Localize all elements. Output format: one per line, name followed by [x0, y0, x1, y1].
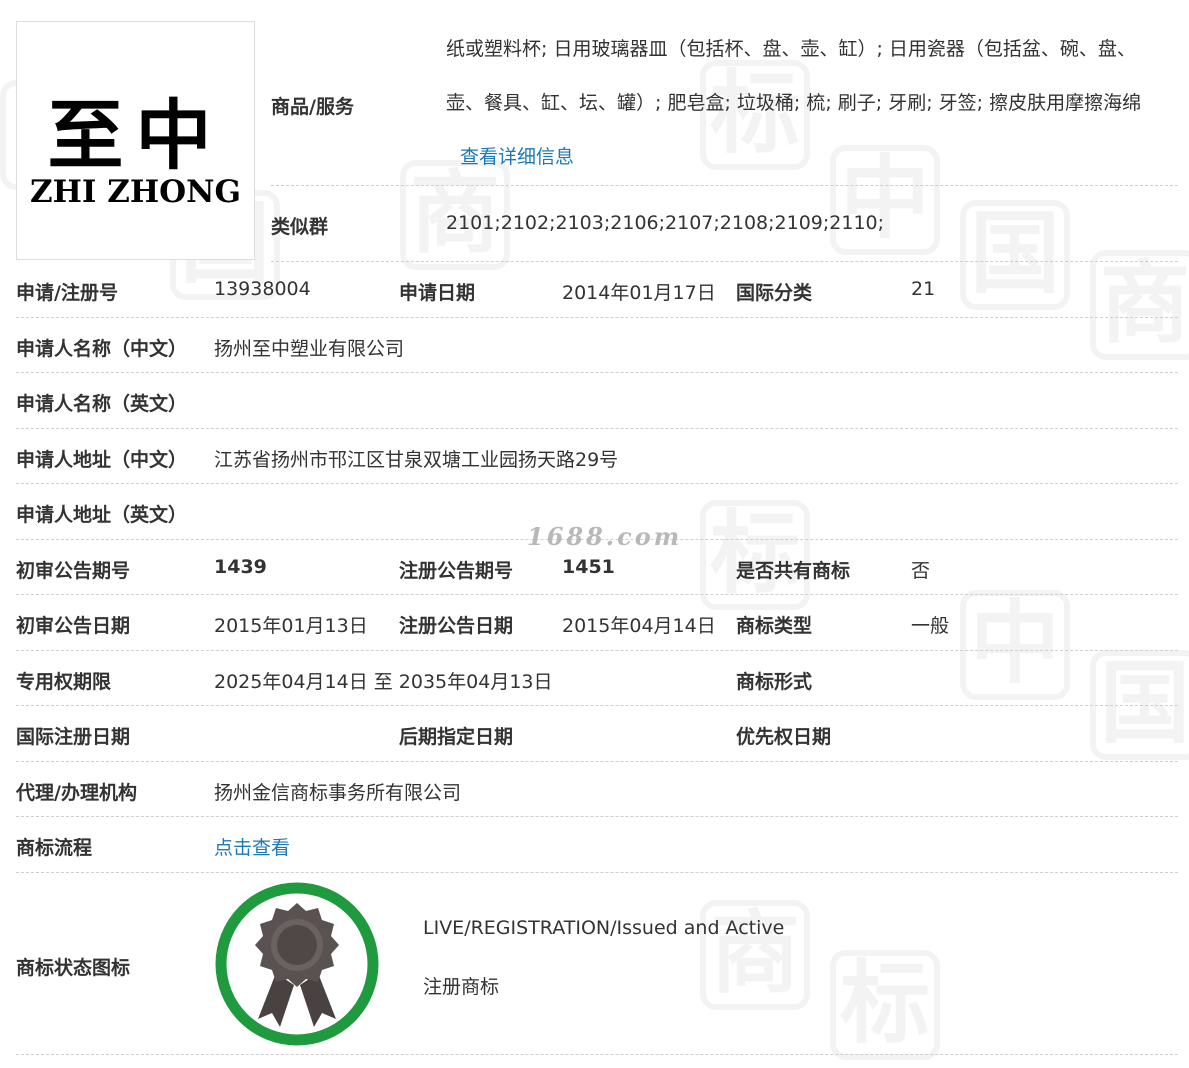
- status-english: LIVE/REGISTRATION/Issued and Active: [423, 916, 785, 939]
- address-cn-value: 江苏省扬州市邗江区甘泉双塘工业园扬天路29号: [214, 448, 619, 471]
- process-view-link[interactable]: 点击查看: [214, 833, 290, 860]
- logo-english-text: ZHI ZHONG: [30, 174, 241, 210]
- prelim-date-value: 2015年01月13日: [214, 615, 368, 637]
- table-row: 初审公告日期 2015年01月13日 注册公告日期 2015年04月14日 商标…: [16, 595, 1178, 651]
- address-cn-label: 申请人地址（中文）: [16, 448, 188, 471]
- applicant-en-label: 申请人名称（英文）: [16, 393, 188, 415]
- view-details-link[interactable]: 查看详细信息: [446, 146, 574, 168]
- reg-no-value: 13938004: [214, 278, 311, 300]
- status-chinese: 注册商标: [423, 975, 500, 998]
- prelim-no-label: 初审公告期号: [16, 559, 131, 582]
- table-row: 商标流程 点击查看: [16, 817, 1178, 873]
- address-en-label: 申请人地址（英文）: [16, 504, 188, 526]
- tm-type-value: 一般: [911, 615, 950, 637]
- table-row: 代理/办理机构 扬州金信商标事务所有限公司: [16, 762, 1178, 817]
- goods-services-value: 纸或塑料杯; 日用玻璃器皿（包括杯、盘、壶、缸）; 日用瓷器（包括盆、碗、盘、壶…: [446, 22, 1158, 184]
- later-date-label: 后期指定日期: [399, 726, 514, 748]
- process-label: 商标流程: [16, 837, 93, 859]
- shared-label: 是否共有商标: [736, 559, 851, 582]
- app-date-label: 申请日期: [399, 282, 476, 304]
- goods-services-label: 商品/服务: [271, 96, 354, 118]
- prelim-date-label: 初审公告日期: [16, 615, 131, 637]
- status-row: 商标状态图标 LIVE/REGISTRATION/Issued and Acti…: [16, 873, 1178, 1055]
- logo-chinese-text: 至中: [47, 91, 224, 180]
- reg-pub-date-value: 2015年04月14日: [562, 615, 716, 637]
- similar-group-value: 2101;2102;2103;2106;2107;2108;2109;2110;: [446, 212, 885, 234]
- table-row: 国际注册日期 后期指定日期 优先权日期: [16, 706, 1178, 762]
- reg-pub-no-value: 1451: [562, 555, 615, 578]
- table-row: 申请人名称（英文）: [16, 373, 1178, 429]
- trademark-header: 至中 ZHI ZHONG 商品/服务 纸或塑料杯; 日用玻璃器皿（包括杯、盘、壶…: [16, 0, 1178, 262]
- table-row: 申请人地址（中文） 江苏省扬州市邗江区甘泉双塘工业园扬天路29号: [16, 429, 1178, 484]
- priority-date-label: 优先权日期: [736, 726, 832, 748]
- similar-group-row: 类似群 2101;2102;2103;2106;2107;2108;2109;2…: [271, 186, 1178, 262]
- agent-value: 扬州金信商标事务所有限公司: [214, 781, 462, 804]
- reg-pub-date-label: 注册公告日期: [399, 615, 514, 637]
- intl-class-value: 21: [911, 278, 936, 300]
- applicant-cn-label: 申请人名称（中文）: [16, 337, 188, 360]
- app-date-value: 2014年01月17日: [562, 282, 716, 304]
- tm-form-label: 商标形式: [736, 670, 813, 693]
- goods-services-text: 纸或塑料杯; 日用玻璃器皿（包括杯、盘、壶、缸）; 日用瓷器（包括盆、碗、盘、壶…: [446, 38, 1142, 114]
- term-value: 2025年04月14日 至 2035年04月13日: [214, 670, 553, 693]
- table-row: 专用权期限 2025年04月14日 至 2035年04月13日 商标形式: [16, 651, 1178, 706]
- agent-label: 代理/办理机构: [16, 781, 137, 804]
- trademark-logo-image: 至中 ZHI ZHONG: [16, 21, 255, 260]
- shared-value: 否: [911, 559, 931, 582]
- intl-reg-date-label: 国际注册日期: [16, 726, 131, 748]
- term-label: 专用权期限: [16, 670, 112, 693]
- goods-services-row: 商品/服务 纸或塑料杯; 日用玻璃器皿（包括杯、盘、壶、缸）; 日用瓷器（包括盆…: [271, 20, 1178, 186]
- table-row: 申请人名称（中文） 扬州至中塑业有限公司: [16, 318, 1178, 373]
- intl-class-label: 国际分类: [736, 282, 813, 304]
- reg-pub-no-label: 注册公告期号: [399, 559, 514, 582]
- tm-type-label: 商标类型: [736, 615, 813, 637]
- similar-group-label: 类似群: [271, 216, 329, 238]
- registered-badge-icon: [214, 881, 380, 1047]
- reg-no-label: 申请/注册号: [16, 282, 118, 304]
- status-label: 商标状态图标: [16, 956, 131, 979]
- site-watermark: 1688.com: [527, 522, 683, 551]
- prelim-no-value: 1439: [214, 555, 267, 578]
- applicant-cn-value: 扬州至中塑业有限公司: [214, 337, 405, 360]
- table-row: 申请/注册号 13938004 申请日期 2014年01月17日 国际分类 21: [16, 262, 1178, 318]
